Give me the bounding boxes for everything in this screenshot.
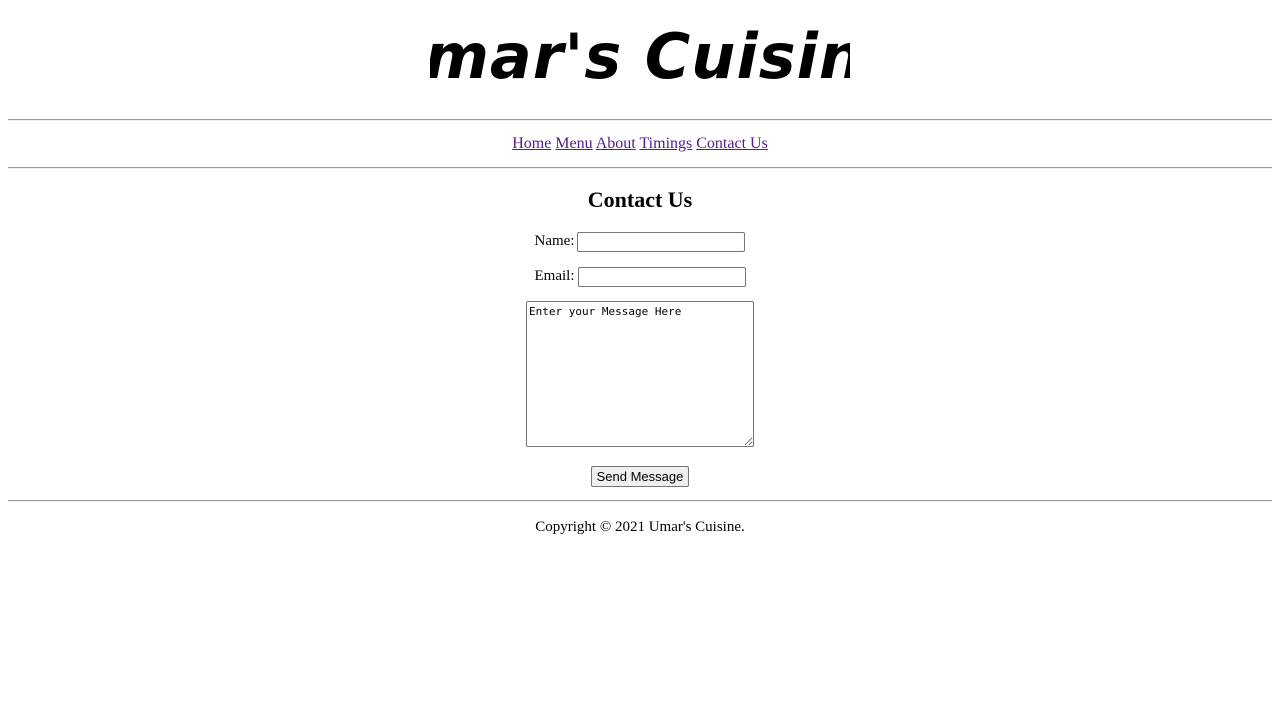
page: Umar's Cuisine Home Menu About Timings C… <box>0 0 1280 719</box>
main-nav: Home Menu About Timings Contact Us <box>0 135 1280 153</box>
nav-about-link[interactable]: About <box>596 135 636 152</box>
nav-menu-link[interactable]: Menu <box>555 135 592 152</box>
name-input[interactable] <box>577 231 746 252</box>
logo-wordmark: Umar's Cuisine <box>430 20 850 93</box>
name-label: Name: <box>534 233 575 249</box>
footer-copyright: Copyright © 2021 Umar's Cuisine. <box>535 519 745 535</box>
nav-divider <box>8 167 1272 169</box>
message-textarea[interactable] <box>526 301 754 447</box>
send-message-button[interactable]: Send Message <box>591 466 689 487</box>
nav-contact-link[interactable]: Contact Us <box>696 135 768 152</box>
footer-divider <box>8 500 1272 502</box>
nav-home-link[interactable]: Home <box>512 135 551 152</box>
email-label: Email: <box>534 268 575 284</box>
email-row: Email: <box>0 266 1280 287</box>
site-logo: Umar's Cuisine <box>0 14 1280 103</box>
header-divider <box>8 119 1272 121</box>
logo-text: Umar's Cuisine <box>430 20 850 93</box>
page-title: Contact Us <box>587 187 693 212</box>
nav-timings-link[interactable]: Timings <box>639 135 692 152</box>
name-row: Name: <box>0 231 1280 252</box>
email-input[interactable] <box>577 266 746 287</box>
